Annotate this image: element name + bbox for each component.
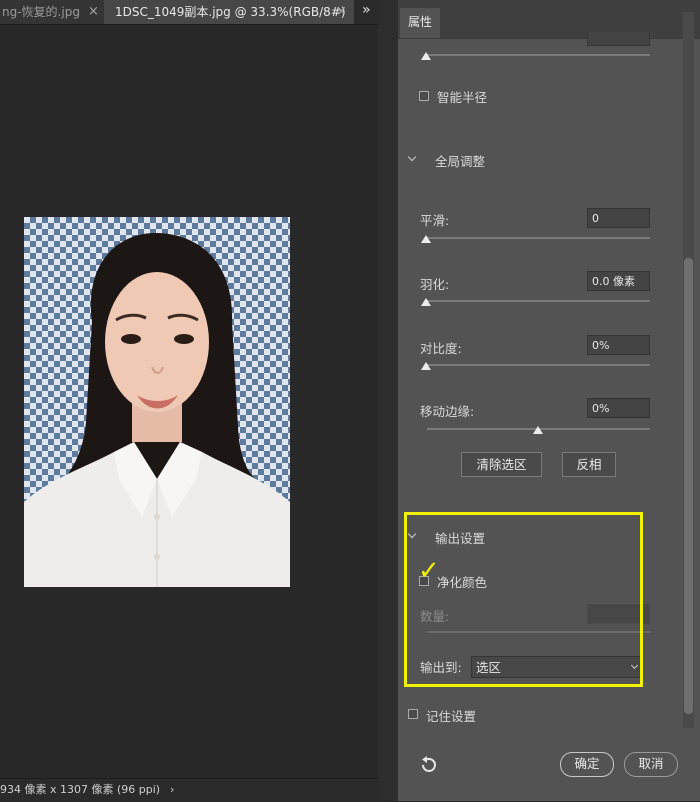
shift-edge-slider-thumb[interactable] [533,426,543,434]
scrollbar-thumb[interactable] [684,258,693,714]
tab-label: ng-恢复的.jpg [2,5,80,19]
contrast-input[interactable]: 0% [587,335,650,355]
smooth-slider-thumb[interactable] [421,235,431,243]
reset-icon[interactable] [418,755,438,775]
remember-settings-checkbox[interactable] [408,709,418,719]
clear-selection-button[interactable]: 清除选区 [461,452,542,477]
contrast-slider-track[interactable] [427,364,650,366]
tab-properties[interactable]: 属性 [400,8,440,38]
smooth-label: 平滑: [420,213,450,228]
cancel-button[interactable]: 取消 [624,752,678,777]
portrait-image [24,217,290,587]
close-icon[interactable]: × [336,0,347,24]
document-tab-bar: ng-恢复的.jpg × 1DSC_1049副本.jpg @ 33.3%(RGB… [0,0,378,25]
panel-tab-bar [398,0,700,39]
tab-document-1[interactable]: ng-恢复的.jpg × [0,0,105,24]
radius-slider-thumb[interactable] [421,52,431,60]
highlight-box [404,512,643,687]
remember-settings-label: 记住设置 [426,709,477,724]
contrast-slider-thumb[interactable] [421,362,431,370]
chevron-right-icon[interactable]: › [170,780,174,800]
contrast-label: 对比度: [420,341,462,356]
radius-slider-track[interactable] [427,54,650,56]
smooth-slider-track[interactable] [427,237,650,239]
shift-edge-label: 移动边缘: [420,404,475,419]
shift-edge-input[interactable]: 0% [587,398,650,418]
document-dimensions: 934 像素 x 1307 像素 (96 ppi) [0,783,161,796]
invert-button[interactable]: 反相 [562,452,616,477]
tab-document-2[interactable]: 1DSC_1049副本.jpg @ 33.3%(RGB/8#) × [104,0,354,24]
smart-radius-label: 智能半径 [437,90,488,105]
feather-label: 羽化: [420,277,450,292]
smart-radius-checkbox[interactable] [419,91,429,101]
feather-slider-thumb[interactable] [421,298,431,306]
tab-label: 1DSC_1049副本.jpg @ 33.3%(RGB/8#) [115,5,346,19]
radius-field[interactable] [587,32,650,46]
section-title-global-adjust[interactable]: 全局调整 [435,151,485,170]
smooth-input[interactable]: 0 [587,208,650,228]
double-chevron-icon[interactable]: » [362,2,371,18]
feather-input[interactable]: 0.0 像素 [587,271,650,291]
ok-button[interactable]: 确定 [560,752,614,777]
feather-slider-track[interactable] [427,300,650,302]
panel-divider[interactable] [378,0,398,801]
close-icon[interactable]: × [88,0,99,24]
status-bar: 934 像素 x 1307 像素 (96 ppi) › [0,778,378,802]
